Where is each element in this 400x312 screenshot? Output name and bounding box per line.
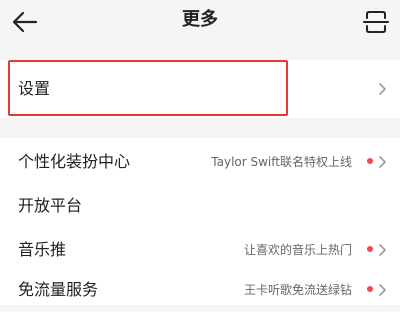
list-item-label: 开放平台 xyxy=(18,196,83,215)
back-button[interactable] xyxy=(8,6,40,38)
list-item-label: 个性化装扮中心 xyxy=(18,152,131,171)
scan-button[interactable] xyxy=(360,6,392,38)
list-item-label: 音乐推 xyxy=(18,240,67,259)
page-title: 更多 xyxy=(182,9,218,30)
scan-icon xyxy=(363,11,389,33)
settings-row[interactable]: 设置 xyxy=(0,67,400,111)
red-dot-badge xyxy=(367,158,373,164)
back-arrow-icon xyxy=(12,11,38,33)
list-item-subtitle: 让喜欢的音乐上热门 xyxy=(243,243,352,257)
list-item-personalization[interactable]: 个性化装扮中心 Taylor Swift联名特权上线 xyxy=(0,140,400,184)
list-item-open-platform[interactable]: 开放平台 xyxy=(0,184,400,228)
settings-card: 设置 xyxy=(0,60,400,118)
chevron-right-icon xyxy=(379,156,386,168)
red-dot-badge xyxy=(367,246,373,252)
list-item-free-data[interactable]: 免流量服务 王卡听歌免流送绿钻 xyxy=(0,268,400,312)
chevron-right-icon xyxy=(379,244,386,256)
top-bar: 更多 xyxy=(0,0,400,44)
list-item-subtitle: 王卡听歌免流送绿钻 xyxy=(243,283,352,297)
settings-label: 设置 xyxy=(18,79,51,98)
chevron-right-icon xyxy=(379,83,386,95)
list-item-subtitle: Taylor Swift联名特权上线 xyxy=(211,155,352,169)
list-item-music-promote[interactable]: 音乐推 让喜欢的音乐上热门 xyxy=(0,228,400,272)
list-item-label: 免流量服务 xyxy=(18,280,99,299)
more-list: 个性化装扮中心 Taylor Swift联名特权上线 开放平台 音乐推 让喜欢的… xyxy=(0,138,400,305)
chevron-right-icon xyxy=(379,284,386,296)
red-dot-badge xyxy=(367,286,373,292)
